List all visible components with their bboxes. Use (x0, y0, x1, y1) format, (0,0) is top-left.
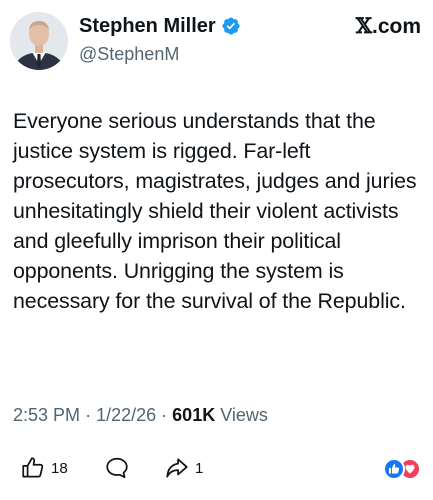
views-count: 601K (172, 405, 216, 425)
facebook-like-reaction-icon (383, 458, 405, 480)
verified-badge-icon (221, 16, 241, 36)
share-arrow-icon (166, 458, 188, 478)
post-time[interactable]: 2:53 PM (13, 405, 80, 425)
source-brand: 𝕏.com (356, 14, 421, 39)
author-name-row: Stephen Miller (79, 14, 241, 38)
like-button[interactable]: 18 (20, 455, 68, 481)
x-logo-icon: 𝕏 (355, 13, 372, 38)
action-bar: 18 1 (0, 455, 433, 485)
comment-button[interactable] (104, 455, 130, 481)
post-date[interactable]: 1/22/26 (96, 405, 156, 425)
author-avatar[interactable] (10, 12, 68, 70)
views-label: Views (220, 405, 268, 425)
reaction-summary[interactable] (383, 458, 421, 480)
post-text: Everyone serious understands that the ju… (13, 109, 417, 313)
post-header: Stephen Miller @StephenM 𝕏.com (0, 0, 433, 80)
share-count: 1 (195, 459, 204, 477)
like-count: 18 (51, 459, 68, 477)
meta-separator: · (85, 405, 92, 425)
source-brand-domain: .com (371, 15, 421, 38)
comment-bubble-icon (106, 457, 128, 479)
author-name[interactable]: Stephen Miller (79, 14, 216, 38)
post-meta: 2:53 PM · 1/22/26 · 601K Views (13, 404, 268, 426)
thumbs-up-icon (22, 457, 44, 478)
meta-separator: · (161, 405, 168, 425)
author-handle[interactable]: @StephenM (79, 43, 179, 65)
share-button[interactable]: 1 (164, 455, 203, 481)
